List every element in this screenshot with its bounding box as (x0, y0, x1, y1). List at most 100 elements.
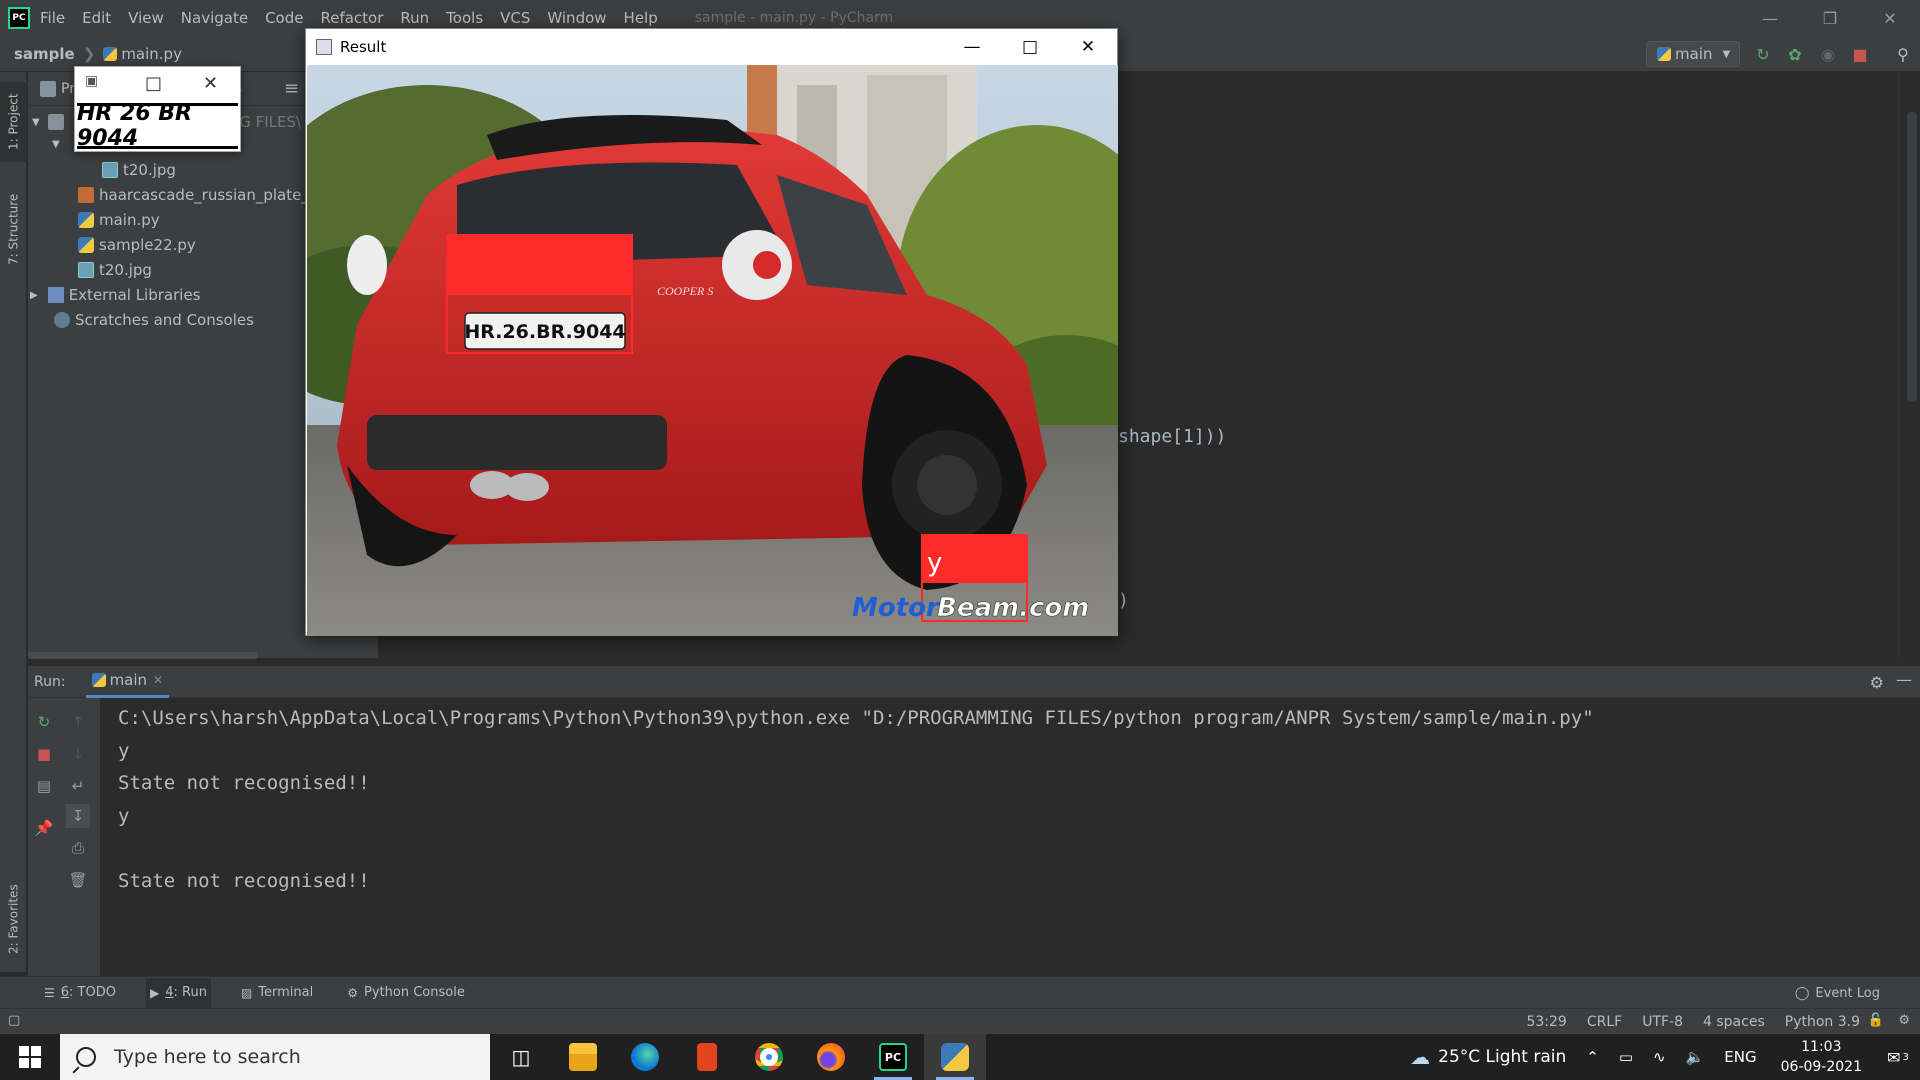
plate-popup-window[interactable]: ▣ □ ✕ HR 26 BR 9044 (74, 66, 241, 152)
scroll-to-end-icon[interactable]: ↧ (66, 804, 90, 828)
rerun-icon[interactable]: ↻ (1753, 44, 1773, 64)
scroll-thumb[interactable] (1907, 112, 1917, 402)
close-tab-icon[interactable]: ✕ (153, 673, 163, 687)
result-titlebar[interactable]: Result — □ ✕ (306, 29, 1117, 65)
code-text[interactable]: shape[1])) (1118, 426, 1226, 447)
battery-icon[interactable]: ▭ (1619, 1048, 1633, 1066)
soft-wrap-icon[interactable]: ↵ (66, 774, 90, 798)
file-encoding[interactable]: UTF-8 (1642, 1014, 1683, 1030)
pin-tab-icon[interactable]: 📌 (32, 816, 56, 840)
close-icon[interactable]: ✕ (1860, 0, 1920, 36)
volume-icon[interactable]: 🔈 (1686, 1048, 1705, 1066)
python-taskbar-button[interactable] (924, 1034, 986, 1080)
weather-widget[interactable]: ☁ 25°C Light rain (1410, 1045, 1566, 1069)
coverage-icon[interactable]: ◉ (1818, 44, 1838, 64)
stop-icon[interactable]: ■ (1850, 44, 1870, 64)
run-configuration-dropdown[interactable]: main ▼ (1646, 41, 1740, 67)
language-indicator[interactable]: ENG (1724, 1048, 1756, 1066)
favorites-tool-tab[interactable]: 2: Favorites (0, 872, 27, 967)
menu-edit[interactable]: Edit (82, 9, 111, 27)
print-icon[interactable]: ⎙ (66, 836, 90, 860)
close-icon[interactable]: ✕ (203, 73, 218, 94)
search-everywhere-icon[interactable]: ⚲ (1893, 44, 1913, 64)
tree-item[interactable]: Scratches and Consoles (54, 308, 254, 332)
minimize-icon[interactable]: — (943, 29, 1001, 65)
office-button[interactable] (676, 1034, 738, 1080)
collapse-all-icon[interactable]: ≡ (284, 78, 299, 99)
show-hidden-icons[interactable]: ⌃ (1586, 1048, 1599, 1066)
menu-window[interactable]: Window (547, 9, 606, 27)
popup-titlebar[interactable]: ▣ □ ✕ (75, 67, 240, 103)
firefox-button[interactable] (800, 1034, 862, 1080)
console-output[interactable]: C:\Users\harsh\AppData\Local\Programs\Py… (118, 702, 1594, 897)
menu-help[interactable]: Help (624, 9, 658, 27)
tree-item[interactable]: haarcascade_russian_plate_num (78, 183, 342, 207)
minimize-icon[interactable]: — (1740, 0, 1800, 36)
tree-expand-icon[interactable]: ▼ (32, 117, 40, 128)
structure-tool-tab[interactable]: 7: Structure (0, 182, 27, 277)
tab-python-console[interactable]: ⚙ Python Console (343, 978, 469, 1008)
indent-setting[interactable]: 4 spaces (1703, 1014, 1765, 1030)
notification-center-button[interactable]: ✉ 3 (1876, 1034, 1920, 1080)
wifi-icon[interactable]: ∿ (1653, 1048, 1666, 1066)
start-button[interactable] (0, 1034, 60, 1080)
rerun-icon[interactable]: ↻ (32, 710, 56, 734)
scroll-up-icon[interactable]: ↑ (66, 710, 90, 734)
breadcrumb-project[interactable]: sample (14, 45, 75, 63)
maximize-icon[interactable]: □ (1001, 29, 1059, 65)
line-separator[interactable]: CRLF (1587, 1014, 1622, 1030)
maximize-icon[interactable]: □ (145, 73, 162, 94)
tree-item[interactable]: t20.jpg (102, 158, 176, 182)
lock-icon[interactable]: 🔓 (1868, 1013, 1884, 1028)
edge-button[interactable] (614, 1034, 676, 1080)
chrome-button[interactable] (738, 1034, 800, 1080)
event-log-button[interactable]: ◯ Event Log (1795, 977, 1880, 1009)
horizontal-scrollbar[interactable] (28, 652, 258, 659)
tree-item[interactable]: t20.jpg (78, 258, 152, 282)
pycharm-taskbar-button[interactable]: PC (862, 1034, 924, 1080)
tree-item[interactable]: ▶ External Libraries (30, 283, 201, 307)
taskbar-search-box[interactable]: Type here to search (60, 1034, 490, 1080)
tree-item[interactable]: sample22.py (78, 233, 196, 257)
result-window[interactable]: Result — □ ✕ COOPER S HR.26.BR.9044 y Mo… (305, 28, 1118, 636)
tree-row-root[interactable]: ▼ (32, 110, 69, 134)
menu-refactor[interactable]: Refactor (320, 9, 383, 27)
hide-panel-icon[interactable]: — (1896, 670, 1912, 689)
toggle-tool-windows-icon[interactable]: ▢ (8, 1013, 20, 1028)
menu-view[interactable]: View (128, 9, 164, 27)
menu-run[interactable]: Run (400, 9, 429, 27)
project-panel-title[interactable]: Pr (61, 81, 75, 97)
menu-vcs[interactable]: VCS (500, 9, 530, 27)
tab-todo[interactable]: ☰ 6: TODO (40, 978, 120, 1008)
editor-scrollbar[interactable] (1898, 72, 1920, 658)
file-explorer-button[interactable] (552, 1034, 614, 1080)
close-icon[interactable]: ✕ (1059, 29, 1117, 65)
pycharm-logo-icon[interactable]: PC (8, 7, 30, 29)
task-view-button[interactable]: ◫ (490, 1034, 552, 1080)
code-text[interactable]: ) (1118, 590, 1129, 611)
settings-gear-icon[interactable]: ⚙ (1870, 673, 1884, 692)
tree-expand-icon[interactable]: ▼ (52, 139, 60, 150)
tree-item[interactable]: main.py (78, 208, 160, 232)
tree-row-subfolder[interactable]: ▼ (52, 132, 60, 156)
restore-icon[interactable]: ❐ (1800, 0, 1860, 36)
caret-position[interactable]: 53:29 (1526, 1014, 1566, 1030)
python-interpreter[interactable]: Python 3.9 (1785, 1014, 1860, 1030)
menu-tools[interactable]: Tools (446, 9, 483, 27)
inspector-icon[interactable]: ⚙ (1898, 1013, 1910, 1028)
run-tab-main[interactable]: main ✕ (85, 666, 170, 698)
scroll-down-icon[interactable]: ↓ (66, 742, 90, 766)
stop-icon[interactable]: ■ (32, 742, 56, 766)
menu-code[interactable]: Code (265, 9, 303, 27)
project-tool-tab[interactable]: 1: Project (0, 82, 27, 162)
clear-all-icon[interactable]: 🗑 (66, 868, 90, 892)
tab-terminal[interactable]: ▨ Terminal (237, 978, 317, 1008)
menu-file[interactable]: File (40, 9, 65, 27)
tab-run[interactable]: ▶ 4: Run (145, 977, 211, 1008)
menu-navigate[interactable]: Navigate (181, 9, 248, 27)
clock[interactable]: 11:03 06-09-2021 (1781, 1037, 1862, 1077)
breadcrumb-file[interactable]: main.py (121, 45, 182, 63)
layout-icon[interactable]: ▤ (32, 774, 56, 798)
tree-collapse-icon[interactable]: ▶ (30, 290, 38, 301)
debug-icon[interactable]: ✿ (1785, 44, 1805, 64)
